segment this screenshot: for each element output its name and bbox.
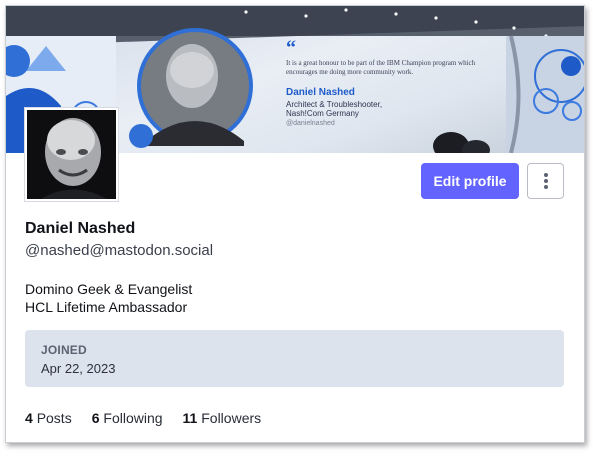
followers-count: 11 (182, 410, 198, 426)
joined-field: JOINED Apr 22, 2023 (25, 330, 564, 387)
bio-line: Domino Geek & Evangelist (25, 281, 193, 297)
joined-label: JOINED (41, 343, 87, 357)
followers-link[interactable]: 11 Followers (183, 410, 262, 426)
following-label: Following (103, 410, 163, 426)
followers-label: Followers (201, 410, 262, 426)
quote-speaker-name: Daniel Nashed (286, 87, 355, 98)
posts-label: Posts (36, 410, 72, 426)
posts-count: 4 (25, 410, 33, 426)
banner-quote: “ It is a great honour to be part of the… (286, 37, 506, 127)
joined-date: Apr 22, 2023 (41, 361, 116, 376)
profile-bio: Domino Geek & Evangelist HCL Lifetime Am… (25, 280, 192, 316)
avatar-photo (27, 110, 116, 199)
quote-speaker-title-2: Nash!Com Germany (286, 109, 359, 118)
kebab-vertical-icon (543, 173, 548, 189)
profile-stats: 4 Posts 6 Following 11 Followers (25, 410, 261, 426)
posts-link[interactable]: 4 Posts (25, 410, 72, 426)
account-handle: @nashed@mastodon.social (25, 242, 214, 259)
avatar[interactable] (25, 108, 118, 201)
quote-mark: “ (286, 37, 296, 59)
quote-speaker-handle: @danielnashed (286, 120, 335, 127)
edit-profile-button[interactable]: Edit profile (421, 163, 519, 199)
display-name: Daniel Nashed (25, 220, 136, 237)
following-link[interactable]: 6 Following (92, 410, 163, 426)
quote-text: It is a great honour to be part of the I… (286, 59, 476, 76)
more-options-button[interactable] (527, 163, 564, 199)
bio-line: HCL Lifetime Ambassador (25, 299, 188, 315)
profile-card: “ It is a great honour to be part of the… (5, 5, 585, 443)
quote-speaker-title-1: Architect & Troubleshooter, (286, 100, 383, 109)
following-count: 6 (91, 410, 100, 426)
